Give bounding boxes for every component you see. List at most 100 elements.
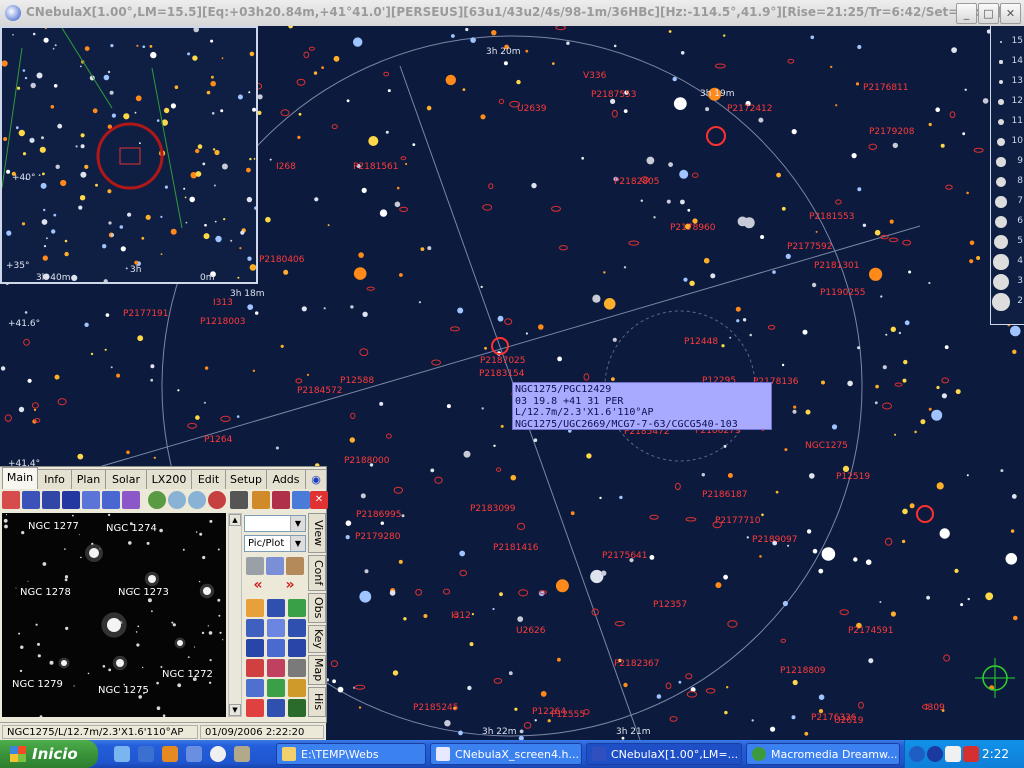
- globe-icon[interactable]: [267, 679, 285, 697]
- cluster-icon[interactable]: [102, 491, 120, 509]
- target-icon[interactable]: [208, 491, 226, 509]
- tool-icon[interactable]: [234, 746, 250, 762]
- zoom-out-icon[interactable]: [168, 491, 186, 509]
- list-icon[interactable]: [246, 639, 264, 657]
- palette-icon[interactable]: [288, 619, 306, 637]
- galaxy-marker: [686, 691, 698, 698]
- scope-icon[interactable]: [267, 639, 285, 657]
- galaxy-icon[interactable]: [42, 491, 60, 509]
- list-icon[interactable]: [266, 557, 284, 575]
- galaxy-marker: [628, 240, 640, 246]
- zoom-in-icon[interactable]: [188, 491, 206, 509]
- chevron-down-icon[interactable]: ▼: [290, 516, 305, 531]
- circle-icon[interactable]: [82, 491, 100, 509]
- tray-acrobat-icon[interactable]: [963, 746, 979, 762]
- shield-icon[interactable]: [288, 679, 306, 697]
- plot-icon[interactable]: [246, 599, 264, 617]
- close-button[interactable]: ✕: [1000, 3, 1021, 24]
- task-dreamweaver[interactable]: Macromedia Dreamw...: [746, 743, 900, 765]
- deep-sky-icon[interactable]: [122, 491, 140, 509]
- image-icon[interactable]: [246, 619, 264, 637]
- chevron-down-icon[interactable]: ▼: [290, 536, 305, 551]
- camera-icon[interactable]: [230, 491, 248, 509]
- media-icon[interactable]: [210, 746, 226, 762]
- side-tab-view[interactable]: View: [308, 513, 326, 553]
- atlas-icon[interactable]: [272, 491, 290, 509]
- matlab-icon[interactable]: [162, 746, 178, 762]
- panel-options-icon[interactable]: ◉: [305, 469, 327, 489]
- star: [337, 686, 344, 693]
- minimize-button[interactable]: _: [956, 3, 977, 24]
- task-cnebulax[interactable]: CNebulaX[1.00°,LM=...: [586, 743, 742, 765]
- overview-map[interactable]: +40° +35° 3h 40m 3h 0m: [0, 26, 258, 284]
- nebula-icon[interactable]: [62, 491, 80, 509]
- overview-map-canvas[interactable]: +40° +35° 3h 40m 3h 0m: [2, 28, 256, 282]
- star: [22, 152, 27, 156]
- galaxy-marker: [780, 638, 787, 643]
- scroll-up-arrow[interactable]: ▲: [229, 514, 241, 526]
- filter-icon[interactable]: [288, 639, 306, 657]
- app-quicklaunch-icon[interactable]: [138, 746, 154, 762]
- settings-icon[interactable]: [267, 699, 285, 717]
- tab-setup[interactable]: Setup: [225, 469, 267, 489]
- notes-icon[interactable]: [286, 557, 304, 575]
- star: [680, 51, 685, 55]
- side-tab-map[interactable]: Map: [308, 655, 326, 685]
- close-panel-icon[interactable]: ✕: [310, 491, 328, 509]
- tab-edit[interactable]: Edit: [191, 469, 226, 489]
- star: [760, 235, 765, 239]
- side-tab-obs[interactable]: Obs: [308, 593, 326, 623]
- task-explorer[interactable]: E:\TEMP\Webs: [276, 743, 426, 765]
- book-icon[interactable]: [252, 491, 270, 509]
- scroll-down-arrow[interactable]: ▼: [229, 704, 241, 716]
- tab-adds[interactable]: Adds: [266, 469, 306, 489]
- export-icon[interactable]: [292, 491, 310, 509]
- tab-info[interactable]: Info: [37, 469, 72, 489]
- print-icon[interactable]: [246, 557, 264, 575]
- desktop-icon[interactable]: [114, 746, 130, 762]
- tray-window-icon[interactable]: [945, 746, 961, 762]
- wrench-icon[interactable]: [288, 699, 306, 717]
- star: [43, 208, 46, 212]
- tray-expand-icon[interactable]: [909, 746, 925, 762]
- stamp-icon[interactable]: [267, 659, 285, 677]
- chart-icon[interactable]: [267, 619, 285, 637]
- pin-icon[interactable]: [2, 491, 20, 509]
- stack-icon[interactable]: [246, 679, 264, 697]
- color-icon[interactable]: [246, 659, 264, 677]
- previous-button[interactable]: «: [244, 577, 272, 595]
- magnitude-row: 11: [991, 112, 1024, 132]
- tab-lx200[interactable]: LX200: [146, 469, 192, 489]
- side-tab-conf[interactable]: Conf: [308, 555, 326, 591]
- task-word[interactable]: CNebulaX_screen4.h...: [430, 743, 582, 765]
- maximize-button[interactable]: □: [978, 3, 999, 24]
- shortcut-icon[interactable]: [186, 746, 202, 762]
- star: [668, 30, 672, 33]
- clock-icon[interactable]: [288, 599, 306, 617]
- star: [412, 143, 416, 146]
- galaxy-marker: [393, 486, 403, 494]
- side-tab-key[interactable]: Key: [308, 625, 326, 653]
- star: [902, 508, 908, 515]
- tab-plan[interactable]: Plan: [71, 469, 106, 489]
- star: [12, 34, 14, 36]
- galaxy-marker: [31, 402, 39, 409]
- grid-icon[interactable]: [267, 599, 285, 617]
- star: [805, 409, 811, 415]
- side-tab-his[interactable]: His: [308, 687, 326, 717]
- tab-main[interactable]: Main: [2, 467, 38, 490]
- compass-icon[interactable]: [246, 699, 264, 717]
- star: [163, 107, 170, 114]
- tab-solar[interactable]: Solar: [105, 469, 147, 489]
- search-icon[interactable]: [148, 491, 166, 509]
- photo-label-ngc1274: NGC 1274: [106, 523, 157, 534]
- mode-dropdown[interactable]: ▼: [244, 515, 306, 532]
- starfield-icon[interactable]: [22, 491, 40, 509]
- pic-plot-dropdown[interactable]: Pic/Plot ▼: [244, 535, 306, 552]
- start-button[interactable]: Inicio: [0, 740, 98, 768]
- next-button[interactable]: »: [276, 577, 304, 595]
- telescope-icon[interactable]: [288, 659, 306, 677]
- app-icon[interactable]: [5, 5, 21, 21]
- photo-scrollbar[interactable]: ▲ ▼: [228, 513, 242, 717]
- tray-app-icon[interactable]: [927, 746, 943, 762]
